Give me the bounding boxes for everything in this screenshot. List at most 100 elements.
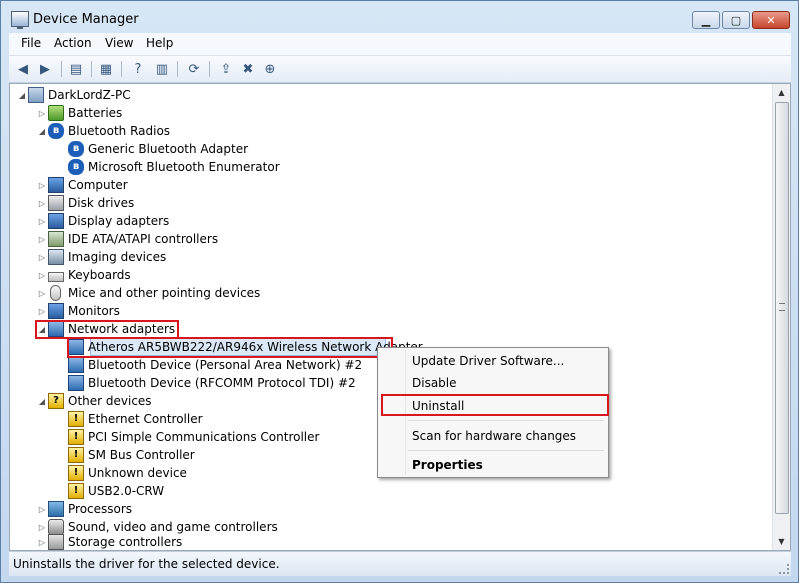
device-manager-icon <box>11 11 29 29</box>
menu-action[interactable]: Action <box>54 36 92 50</box>
network-adapter-icon <box>68 357 84 373</box>
computer-icon <box>28 87 44 103</box>
bluetooth-icon: ʙ <box>68 141 84 157</box>
menu-properties[interactable]: Properties <box>412 458 483 472</box>
monitor-icon <box>48 303 64 319</box>
update-driver-icon[interactable]: ⟳ <box>185 60 203 78</box>
expand-arrow-icon[interactable]: ▷ <box>36 307 48 316</box>
device-manager-window: Device Manager ▁ ▢ ✕ File Action View He… <box>0 0 799 583</box>
window-title: Device Manager <box>33 12 139 27</box>
context-menu: Update Driver Software... Disable Uninst… <box>377 347 609 478</box>
tree-item-bluetooth-radios[interactable]: ◢ ʙ Bluetooth Radios <box>36 122 170 140</box>
expand-arrow-icon[interactable]: ▷ <box>36 181 48 190</box>
collapse-arrow-icon[interactable]: ◢ <box>36 325 48 334</box>
expand-arrow-icon[interactable]: ▷ <box>36 271 48 280</box>
resize-grip-icon[interactable] <box>779 564 789 574</box>
vertical-scrollbar[interactable]: ▲ ▼ <box>772 84 790 550</box>
tree-item-unknown-device[interactable]: ! Unknown device <box>68 464 187 482</box>
tree-item-pci-simple[interactable]: ! PCI Simple Communications Controller <box>68 428 319 446</box>
context-menu-separator <box>408 420 604 421</box>
expand-arrow-icon[interactable]: ▷ <box>36 253 48 262</box>
menu-update-driver[interactable]: Update Driver Software... <box>412 354 564 368</box>
menu-scan-hardware[interactable]: Scan for hardware changes <box>412 429 576 443</box>
battery-icon <box>48 105 64 121</box>
camera-icon <box>48 249 64 265</box>
keyboard-icon <box>48 271 64 282</box>
status-bar: Uninstalls the driver for the selected d… <box>9 551 791 576</box>
toolbar-separator <box>91 61 92 77</box>
toolbar-separator <box>177 61 178 77</box>
expand-arrow-icon[interactable]: ▷ <box>36 235 48 244</box>
tree-item-usb-crw[interactable]: ! USB2.0-CRW <box>68 482 164 500</box>
tree-item-generic-bluetooth-adapter[interactable]: ʙ Generic Bluetooth Adapter <box>68 140 248 158</box>
tree-item-processors[interactable]: ▷ Processors <box>36 500 132 518</box>
properties-icon[interactable]: ▦ <box>97 60 115 78</box>
tree-item-atheros-adapter[interactable]: Atheros AR5BWB222/AR946x Wireless Networ… <box>68 338 423 356</box>
expand-arrow-icon[interactable]: ▷ <box>36 523 48 532</box>
tree-item-computer[interactable]: ▷ Computer <box>36 176 128 194</box>
uninstall-icon[interactable]: ✖ <box>239 60 257 78</box>
tree-item-display-adapters[interactable]: ▷ Display adapters <box>36 212 169 230</box>
grip-icon <box>779 303 785 311</box>
toolbar-separator <box>121 61 122 77</box>
toolbar: ◀ ▶ ▤ ▦ ? ▥ ⟳ ⇪ ✖ ⊕ <box>9 56 791 83</box>
scroll-down-arrow-icon[interactable]: ▼ <box>773 533 790 550</box>
collapse-arrow-icon[interactable]: ◢ <box>36 397 48 406</box>
tree-item-ethernet-controller[interactable]: ! Ethernet Controller <box>68 410 203 428</box>
storage-controller-icon <box>48 534 64 550</box>
tree-root[interactable]: ◢ DarkLordZ-PC <box>16 86 131 104</box>
help-icon[interactable]: ? <box>129 60 147 78</box>
enable-device-icon[interactable]: ⊕ <box>261 60 279 78</box>
tree-item-mice[interactable]: ▷ Mice and other pointing devices <box>36 284 260 302</box>
mouse-icon <box>50 285 61 301</box>
computer-icon <box>48 177 64 193</box>
unknown-device-icon: ? <box>48 393 64 409</box>
scan-hardware-icon[interactable]: ⇪ <box>217 60 235 78</box>
expand-arrow-icon[interactable]: ▷ <box>36 199 48 208</box>
menu-disable[interactable]: Disable <box>412 376 457 390</box>
collapse-arrow-icon[interactable]: ◢ <box>36 127 48 136</box>
tree-item-imaging-devices[interactable]: ▷ Imaging devices <box>36 248 166 266</box>
forward-icon[interactable]: ▶ <box>36 60 54 78</box>
tree-item-microsoft-bluetooth-enumerator[interactable]: ʙ Microsoft Bluetooth Enumerator <box>68 158 280 176</box>
expand-arrow-icon[interactable]: ▷ <box>36 538 48 547</box>
display-adapter-icon <box>48 213 64 229</box>
ide-controller-icon <box>48 231 64 247</box>
menu-help[interactable]: Help <box>146 36 173 50</box>
tree-item-network-adapters[interactable]: ◢ Network adapters <box>36 320 175 338</box>
toolbar-separator <box>209 61 210 77</box>
tree-item-keyboards[interactable]: ▷ Keyboards <box>36 266 131 284</box>
tree-item-batteries[interactable]: ▷ Batteries <box>36 104 122 122</box>
device-tree[interactable]: ◢ DarkLordZ-PC ▷ Batteries ◢ ʙ Bluetooth… <box>9 83 791 551</box>
expand-arrow-icon[interactable]: ▷ <box>36 505 48 514</box>
tree-item-sm-bus[interactable]: ! SM Bus Controller <box>68 446 195 464</box>
context-menu-separator <box>408 450 604 451</box>
toolbar-separator <box>61 61 62 77</box>
maximize-button[interactable]: ▢ <box>722 11 750 29</box>
scrollbar-thumb[interactable] <box>775 102 789 514</box>
tree-item-ide-ata-atapi[interactable]: ▷ IDE ATA/ATAPI controllers <box>36 230 218 248</box>
show-hidden-icon[interactable]: ▥ <box>153 60 171 78</box>
title-bar[interactable]: Device Manager ▁ ▢ ✕ <box>1 1 798 33</box>
menu-bar: File Action View Help <box>9 33 791 56</box>
menu-file[interactable]: File <box>21 36 41 50</box>
collapse-arrow-icon[interactable]: ◢ <box>16 91 28 100</box>
status-text: Uninstalls the driver for the selected d… <box>13 557 280 571</box>
expand-arrow-icon[interactable]: ▷ <box>36 289 48 298</box>
show-hide-tree-icon[interactable]: ▤ <box>67 60 85 78</box>
expand-arrow-icon[interactable]: ▷ <box>36 217 48 226</box>
tree-item-bt-pan[interactable]: Bluetooth Device (Personal Area Network)… <box>68 356 362 374</box>
tree-item-storage-controllers[interactable]: ▷ Storage controllers <box>36 534 182 550</box>
minimize-button[interactable]: ▁ <box>692 11 720 29</box>
tree-item-bt-rfcomm[interactable]: Bluetooth Device (RFCOMM Protocol TDI) #… <box>68 374 356 392</box>
expand-arrow-icon[interactable]: ▷ <box>36 109 48 118</box>
scroll-up-arrow-icon[interactable]: ▲ <box>773 84 790 101</box>
warning-icon: ! <box>68 411 84 427</box>
back-icon[interactable]: ◀ <box>14 60 32 78</box>
close-button[interactable]: ✕ <box>752 11 790 29</box>
tree-item-other-devices[interactable]: ◢ ? Other devices <box>36 392 152 410</box>
menu-view[interactable]: View <box>105 36 133 50</box>
tree-item-monitors[interactable]: ▷ Monitors <box>36 302 120 320</box>
tree-item-disk-drives[interactable]: ▷ Disk drives <box>36 194 134 212</box>
menu-uninstall[interactable]: Uninstall <box>412 399 464 413</box>
